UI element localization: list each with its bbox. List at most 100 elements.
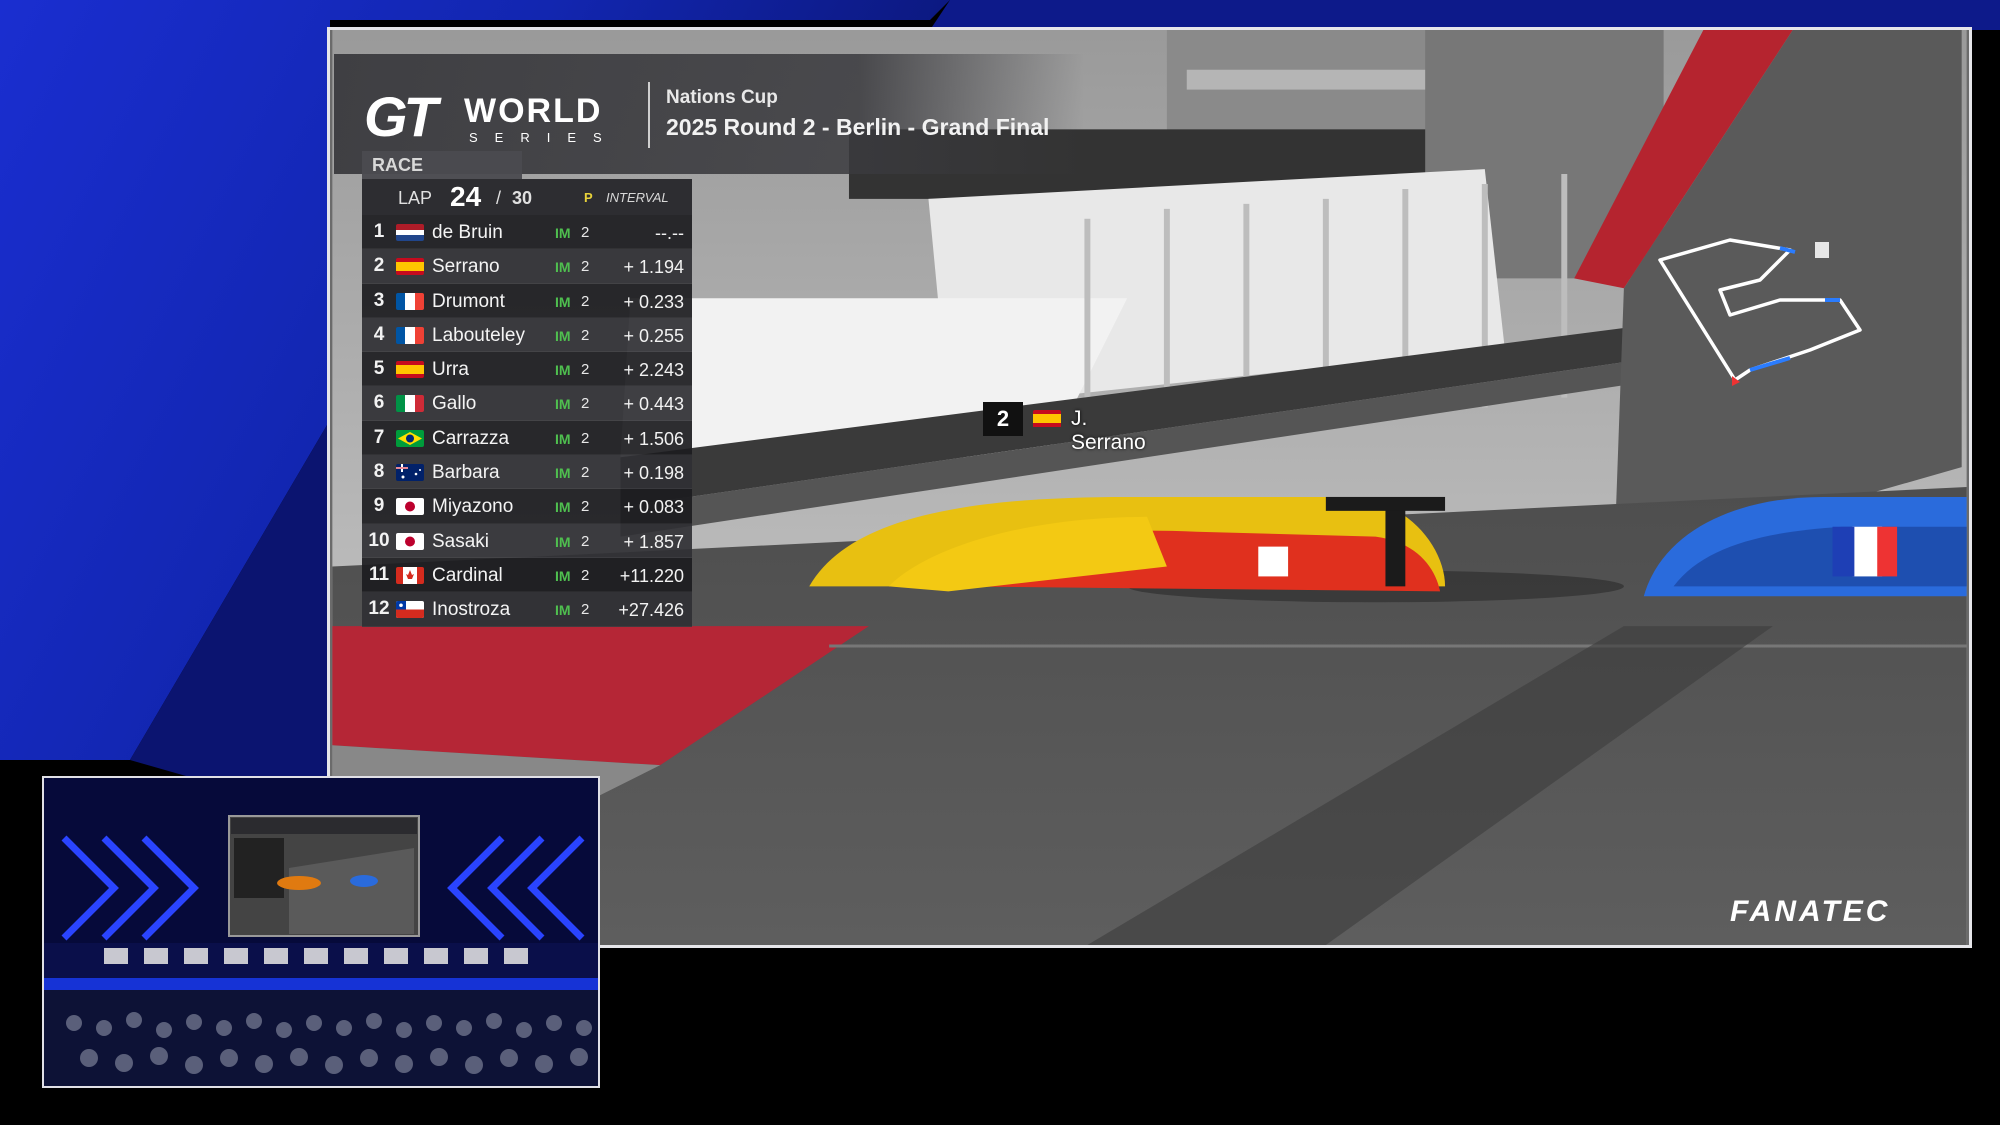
row-interval: +27.426: [618, 600, 684, 621]
column-interval: INTERVAL: [606, 190, 669, 205]
flag-icon: [396, 395, 424, 413]
row-driver-name: Barbara: [432, 462, 500, 484]
table-row: 5 Urra IM 2 + 2.243: [362, 352, 692, 387]
row-stint: 2: [581, 464, 590, 482]
row-tyre: IM: [555, 567, 571, 584]
table-row: 9 Miyazono IM 2 + 0.083: [362, 489, 692, 524]
flag-icon: [396, 532, 424, 550]
flag-icon: [396, 361, 424, 379]
row-tyre: IM: [555, 293, 571, 310]
table-row: 4 Labouteley IM 2 + 0.255: [362, 317, 692, 353]
driver-tag-name: J. Serrano: [1071, 407, 1146, 454]
row-position: 8: [373, 461, 385, 483]
row-tyre: IM: [555, 499, 571, 516]
row-driver-name: Gallo: [432, 393, 477, 415]
event-title: 2025 Round 2 - Berlin - Grand Final: [666, 114, 1050, 140]
race-tab: RACE: [362, 151, 522, 179]
row-driver-name: Sasaki: [432, 530, 490, 552]
row-stint: 2: [581, 429, 590, 447]
row-driver-name: Inostroza: [432, 599, 511, 621]
row-position: 1: [373, 221, 385, 242]
flag-icon: [396, 292, 424, 310]
row-interval: + 1.194: [623, 257, 684, 278]
row-driver-name: Cardinal: [432, 564, 503, 586]
flag-icon: [396, 566, 424, 584]
row-driver-name: Serrano: [432, 256, 500, 278]
logo-series-text: SERIES: [469, 130, 619, 145]
table-row: 7 Carrazza IM 2 + 1.506: [362, 420, 692, 456]
row-stint: 2: [581, 292, 590, 310]
row-position: 2: [373, 255, 385, 277]
table-row: 3 Drumont IM 2 + 0.233: [362, 283, 692, 318]
table-row: 1 de Bruin IM 2 --.--: [362, 215, 692, 250]
track-map-icon: [1658, 238, 1862, 386]
row-stint: 2: [581, 395, 590, 413]
row-interval: + 1.857: [623, 531, 684, 552]
row-interval: + 0.233: [623, 291, 684, 312]
row-position: 10: [368, 529, 390, 551]
row-tyre: IM: [555, 259, 571, 276]
row-stint: 2: [581, 532, 590, 550]
row-driver-name: Miyazono: [432, 496, 514, 518]
row-stint: 2: [581, 224, 590, 241]
row-tyre: IM: [555, 327, 571, 344]
flag-icon: [396, 429, 424, 447]
row-stint: 2: [581, 601, 590, 619]
row-position: 3: [373, 289, 385, 311]
row-interval: + 0.255: [623, 325, 684, 346]
row-position: 12: [368, 598, 390, 620]
row-tyre: IM: [555, 362, 571, 379]
gt-world-series-logo: GT WORLD SERIES: [364, 84, 634, 148]
row-position: 5: [373, 358, 385, 380]
row-position: 11: [368, 563, 390, 585]
row-stint: 2: [581, 326, 590, 344]
row-interval: + 0.083: [623, 497, 684, 518]
row-position: 4: [373, 323, 385, 345]
flag-icon: [396, 224, 424, 241]
row-position: 9: [373, 495, 385, 517]
table-row: 2 Serrano IM 2 + 1.194: [362, 249, 692, 284]
row-position: 7: [373, 426, 385, 448]
row-tyre: IM: [555, 602, 571, 619]
row-tyre: IM: [555, 225, 571, 241]
row-position: 6: [373, 392, 385, 414]
header-divider: [648, 82, 650, 148]
row-driver-name: Carrazza: [432, 427, 510, 449]
row-tyre: IM: [555, 465, 571, 482]
leaderboard-rows: 1 de Bruin IM 2 --.-- 2 Serrano IM 2 + 1.194 3 Dr…: [362, 215, 692, 627]
column-p: P: [584, 190, 593, 205]
gt-logo-mark: GT: [364, 85, 438, 148]
fanatec-logo: FANATEC: [1730, 895, 1891, 928]
row-interval: + 0.443: [623, 394, 684, 415]
lap-current: 24: [450, 181, 482, 212]
row-driver-name: Urra: [432, 359, 469, 381]
lap-total: 30: [512, 188, 533, 208]
row-interval: + 1.506: [623, 428, 684, 449]
table-row: 10 Sasaki IM 2 + 1.857: [362, 523, 692, 558]
row-tyre: IM: [555, 396, 571, 413]
lap-label: LAP: [398, 188, 433, 208]
event-cup: Nations Cup: [666, 87, 778, 108]
table-row: 8 Barbara IM 2 + 0.198: [362, 455, 692, 490]
logo-world-text: WORLD: [464, 92, 603, 130]
driver-tag-position: 2: [983, 402, 1023, 436]
lap-counter-row: LAP 24 / 30 P INTERVAL: [362, 179, 692, 215]
row-tyre: IM: [555, 430, 571, 447]
row-tyre: IM: [555, 533, 571, 550]
row-stint: 2: [581, 258, 590, 276]
flag-icon: [396, 258, 424, 276]
arena-scene: [44, 778, 598, 1086]
row-stint: 2: [581, 361, 590, 379]
row-driver-name: de Bruin: [432, 222, 503, 243]
flag-icon: [396, 326, 424, 344]
row-driver-name: Labouteley: [432, 324, 525, 346]
row-driver-name: Drumont: [432, 290, 505, 312]
table-row: 11 Cardinal IM 2 +11.220: [362, 557, 692, 593]
flag-icon: [396, 464, 424, 482]
row-interval: + 0.198: [623, 463, 684, 484]
row-interval: --.--: [655, 223, 684, 243]
row-interval: + 2.243: [623, 360, 684, 381]
flag-icon: [396, 498, 424, 516]
row-stint: 2: [581, 498, 590, 516]
arena-camera-pip: [42, 776, 600, 1088]
